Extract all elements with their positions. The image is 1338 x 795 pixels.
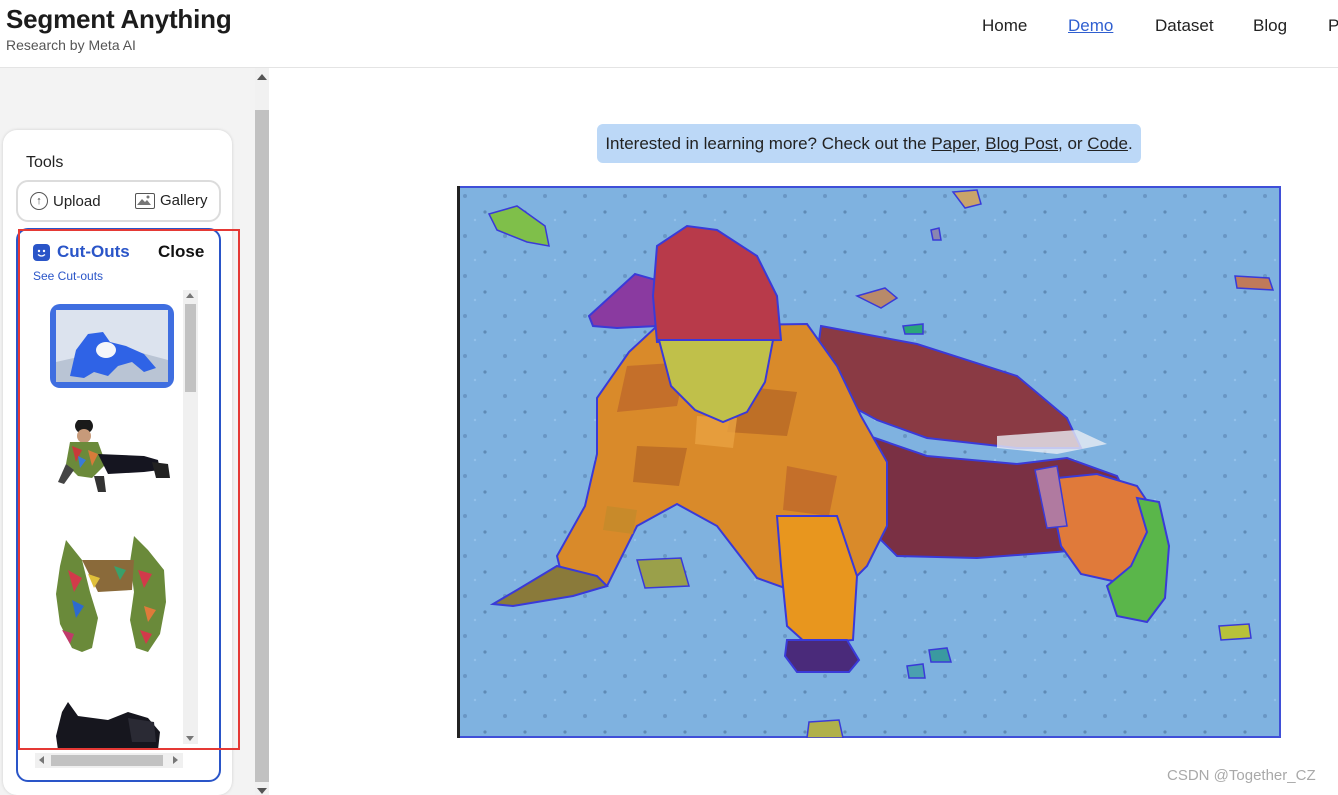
nav-paper[interactable]: Pa — [1328, 16, 1338, 36]
page-scrollbar-thumb[interactable] — [255, 110, 269, 782]
code-link[interactable]: Code — [1087, 134, 1128, 153]
nav-blog[interactable]: Blog — [1253, 16, 1287, 36]
cutouts-scroll-left-icon[interactable] — [39, 756, 44, 764]
gallery-image-icon — [135, 192, 155, 209]
info-banner: Interested in learning more? Check out t… — [597, 124, 1141, 163]
info-text: Interested in learning more? Check out t… — [605, 134, 932, 153]
top-header: Segment Anything Research by Meta AI Hom… — [0, 0, 1338, 68]
nav-demo[interactable]: Demo — [1068, 16, 1113, 36]
page-scrollbar[interactable] — [255, 68, 269, 795]
nav-dataset[interactable]: Dataset — [1155, 16, 1214, 36]
gallery-button[interactable]: Gallery — [135, 192, 208, 209]
blog-post-link[interactable]: Blog Post — [985, 134, 1058, 153]
cutouts-hscrollbar[interactable] — [35, 753, 183, 768]
watermark: CSDN @Together_CZ — [1167, 767, 1316, 784]
segmentation-canvas[interactable] — [457, 186, 1281, 739]
main-nav: Home Demo Dataset Blog Pa — [0, 16, 1338, 40]
tools-label: Tools — [26, 154, 64, 171]
upload-button[interactable]: ↑ Upload — [30, 192, 101, 210]
gallery-label: Gallery — [160, 192, 208, 209]
upload-label: Upload — [53, 192, 101, 210]
highlight-annotation-box — [18, 229, 240, 750]
scroll-down-arrow-icon[interactable] — [257, 788, 267, 794]
upload-gallery-bar: ↑ Upload Gallery — [16, 180, 221, 222]
nav-home[interactable]: Home — [982, 16, 1027, 36]
info-suffix: . — [1127, 134, 1133, 153]
cutouts-hscrollbar-thumb[interactable] — [51, 755, 163, 766]
cutouts-scroll-right-icon[interactable] — [173, 756, 178, 764]
scroll-up-arrow-icon[interactable] — [257, 74, 267, 80]
paper-link[interactable]: Paper — [931, 134, 975, 153]
info-sep: , or — [1058, 134, 1088, 153]
upload-arrow-icon: ↑ — [30, 192, 48, 210]
info-sep: , — [975, 134, 986, 153]
